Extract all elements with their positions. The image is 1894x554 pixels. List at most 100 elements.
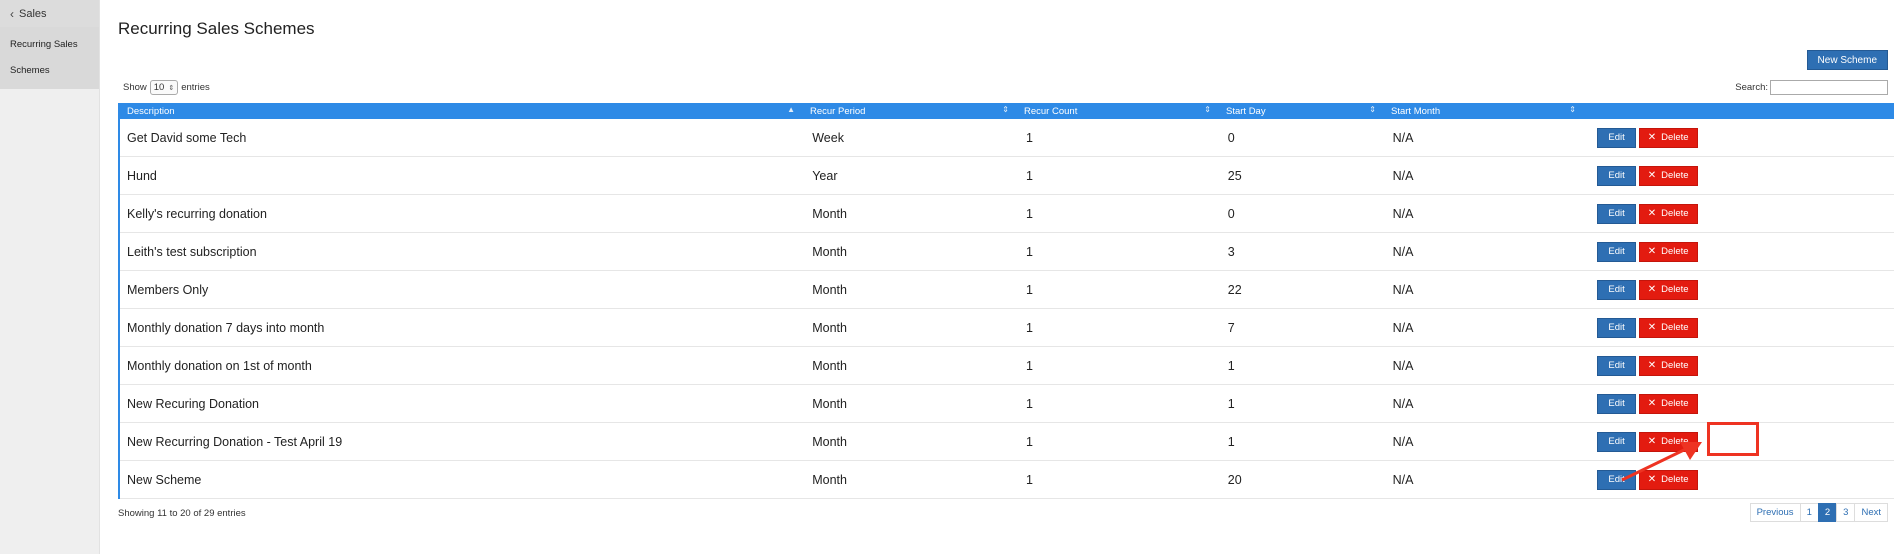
cell-description: Monthly donation on 1st of month xyxy=(127,358,312,373)
cell-actions: Edit ✕ Delete xyxy=(1582,385,1894,423)
delete-button[interactable]: ✕ Delete xyxy=(1638,127,1698,148)
table-row: Hund Year 1 25 N/A Edit ✕ Delete xyxy=(120,157,1894,195)
edit-button[interactable]: Edit xyxy=(1597,241,1636,262)
cell-start-day: 0 xyxy=(1227,206,1235,221)
sidebar-item-recurring-sales[interactable]: Recurring Sales xyxy=(0,33,99,59)
delete-button[interactable]: ✕ Delete xyxy=(1638,393,1698,414)
column-header-recur-count[interactable]: Recur Count ⇕ xyxy=(1015,103,1217,119)
sidebar: ‹ Sales Recurring Sales Schemes xyxy=(0,0,100,554)
cell-start-day: 1 xyxy=(1227,396,1235,411)
search-input[interactable] xyxy=(1770,80,1888,95)
cell-recur-period: Year xyxy=(812,168,838,183)
edit-button[interactable]: Edit xyxy=(1597,203,1636,224)
cell-description: Hund xyxy=(127,168,157,183)
cell-actions: Edit ✕ Delete xyxy=(1582,461,1894,499)
cell-start-day: 1 xyxy=(1227,358,1235,373)
back-to-sales-link[interactable]: ‹ Sales xyxy=(0,0,99,27)
cell-recur-count: 1 xyxy=(1025,358,1033,373)
table-row: New Scheme Month 1 20 N/A Edit ✕ Delete xyxy=(120,461,1894,499)
cell-description: New Recurring Donation - Test April 19 xyxy=(127,434,343,449)
close-icon: ✕ xyxy=(1647,132,1657,143)
cell-description: Kelly's recurring donation xyxy=(127,206,267,221)
cell-start-day: 7 xyxy=(1227,320,1235,335)
search-label: Search: xyxy=(1735,82,1768,93)
cell-actions: Edit ✕ Delete xyxy=(1582,195,1894,233)
table-info: Showing 11 to 20 of 29 entries xyxy=(118,508,246,519)
delete-button[interactable]: ✕ Delete xyxy=(1638,431,1698,452)
cell-actions: Edit ✕ Delete xyxy=(1582,157,1894,195)
delete-button[interactable]: ✕ Delete xyxy=(1638,469,1698,490)
sort-both-icon: ⇕ xyxy=(1204,105,1211,114)
sort-asc-icon: ▲ xyxy=(787,105,795,114)
delete-button[interactable]: ✕ Delete xyxy=(1638,241,1698,262)
cell-recur-count: 1 xyxy=(1025,282,1033,297)
cell-recur-count: 1 xyxy=(1025,434,1033,449)
cell-start-month: N/A xyxy=(1392,244,1414,259)
column-header-actions xyxy=(1582,103,1894,119)
column-header-start-month[interactable]: Start Month ⇕ xyxy=(1382,103,1582,119)
column-header-start-day[interactable]: Start Day ⇕ xyxy=(1217,103,1382,119)
cell-start-day: 20 xyxy=(1227,472,1242,487)
delete-button[interactable]: ✕ Delete xyxy=(1638,355,1698,376)
edit-button[interactable]: Edit xyxy=(1597,165,1636,186)
table-row: Kelly's recurring donation Month 1 0 N/A… xyxy=(120,195,1894,233)
column-header-recur-period[interactable]: Recur Period ⇕ xyxy=(801,103,1015,119)
sidebar-submenu: Recurring Sales Schemes xyxy=(0,27,99,89)
close-icon: ✕ xyxy=(1647,208,1657,219)
chevron-left-icon: ‹ xyxy=(10,6,14,21)
delete-button[interactable]: ✕ Delete xyxy=(1638,203,1698,224)
cell-recur-period: Month xyxy=(812,358,847,373)
cell-start-month: N/A xyxy=(1392,358,1414,373)
close-icon: ✕ xyxy=(1647,284,1657,295)
close-icon: ✕ xyxy=(1647,246,1657,257)
cell-recur-period: Month xyxy=(812,320,847,335)
pagination-next[interactable]: Next xyxy=(1854,503,1888,522)
edit-button[interactable]: Edit xyxy=(1597,469,1636,490)
cell-start-day: 0 xyxy=(1227,130,1235,145)
edit-button[interactable]: Edit xyxy=(1597,279,1636,300)
cell-start-month: N/A xyxy=(1392,130,1414,145)
cell-recur-count: 1 xyxy=(1025,244,1033,259)
edit-button[interactable]: Edit xyxy=(1597,317,1636,338)
delete-button[interactable]: ✕ Delete xyxy=(1638,165,1698,186)
table-row: Get David some Tech Week 1 0 N/A Edit ✕ D… xyxy=(120,119,1894,157)
cell-recur-period: Month xyxy=(812,434,847,449)
delete-button[interactable]: ✕ Delete xyxy=(1638,317,1698,338)
cell-actions: Edit ✕ Delete xyxy=(1582,347,1894,385)
table-row: Monthly donation on 1st of month Month 1… xyxy=(120,347,1894,385)
cell-description: Monthly donation 7 days into month xyxy=(127,320,325,335)
column-header-description[interactable]: Description ▲ xyxy=(118,103,801,119)
cell-recur-period: Week xyxy=(812,130,844,145)
schemes-table: Description ▲ Recur Period ⇕ Recur Count… xyxy=(118,103,1894,499)
close-icon: ✕ xyxy=(1647,436,1657,447)
pagination-previous[interactable]: Previous xyxy=(1749,503,1801,522)
page-length-select[interactable]: 10 ⇕ xyxy=(149,80,179,95)
delete-button[interactable]: ✕ Delete xyxy=(1638,279,1698,300)
pagination: Previous 1 2 3 Next xyxy=(1749,503,1888,522)
cell-start-month: N/A xyxy=(1392,434,1414,449)
cell-recur-period: Month xyxy=(812,244,847,259)
pagination-page-1[interactable]: 1 xyxy=(1799,503,1819,522)
pagination-page-2[interactable]: 2 xyxy=(1817,503,1838,522)
sort-both-icon: ⇕ xyxy=(1369,105,1376,114)
edit-button[interactable]: Edit xyxy=(1597,355,1636,376)
edit-button[interactable]: Edit xyxy=(1597,393,1636,414)
table-header: Description ▲ Recur Period ⇕ Recur Count… xyxy=(118,103,1894,119)
edit-button[interactable]: Edit xyxy=(1597,431,1636,452)
cell-description: Members Only xyxy=(127,282,209,297)
cell-recur-period: Month xyxy=(812,282,847,297)
cell-recur-count: 1 xyxy=(1025,396,1033,411)
page-title: Recurring Sales Schemes xyxy=(118,19,315,38)
cell-start-month: N/A xyxy=(1392,396,1414,411)
new-scheme-button[interactable]: New Scheme xyxy=(1806,50,1888,70)
page-length-control: Show 10 ⇕ entries xyxy=(123,80,210,95)
sidebar-item-schemes[interactable]: Schemes xyxy=(0,59,99,85)
cell-recur-count: 1 xyxy=(1025,472,1033,487)
cell-recur-count: 1 xyxy=(1025,320,1033,335)
cell-start-month: N/A xyxy=(1392,320,1414,335)
edit-button[interactable]: Edit xyxy=(1597,127,1636,148)
pagination-page-3[interactable]: 3 xyxy=(1836,503,1856,522)
cell-actions: Edit ✕ Delete xyxy=(1582,309,1894,347)
cell-description: Get David some Tech xyxy=(127,130,247,145)
back-label: Sales xyxy=(19,7,47,20)
